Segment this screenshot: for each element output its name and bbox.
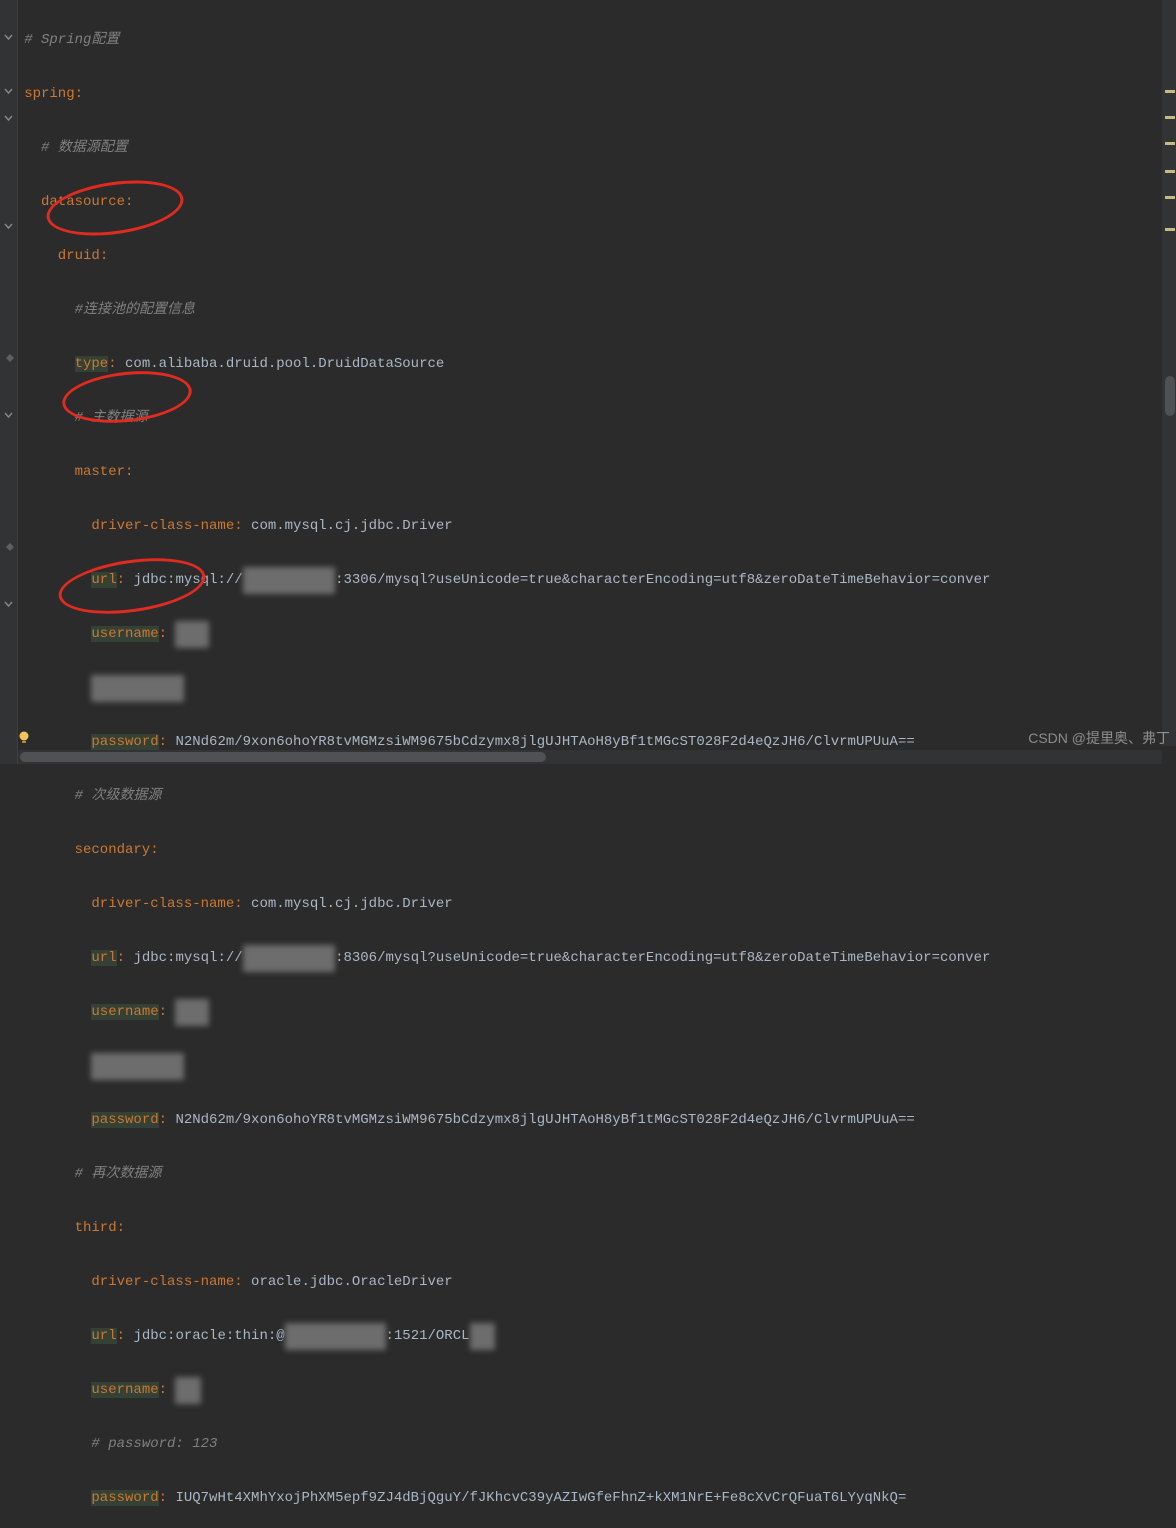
masked-text: ██.███.██.██	[285, 1323, 386, 1350]
vcs-change-icon[interactable]	[4, 541, 18, 555]
fold-toggle-icon[interactable]	[3, 221, 14, 232]
fold-toggle-icon[interactable]	[3, 86, 14, 97]
key-master-driver: driver-class-name	[91, 518, 234, 534]
key-secondary-username: username	[91, 1004, 158, 1020]
masked-text: ████	[175, 999, 209, 1026]
key-third-driver: driver-class-name	[91, 1274, 234, 1290]
stripe-mark[interactable]	[1165, 170, 1175, 173]
key-third-password: password	[91, 1490, 158, 1506]
masked-text: ███████████	[91, 1053, 183, 1080]
horizontal-scrollbar[interactable]	[18, 750, 1162, 764]
fold-toggle-icon[interactable]	[3, 599, 14, 610]
comment-third: # 再次数据源	[75, 1166, 162, 1182]
fold-toggle-icon[interactable]	[3, 113, 14, 124]
value-secondary-driver: com.mysql.cj.jdbc.Driver	[251, 896, 453, 912]
value-third-driver: oracle.jdbc.OracleDriver	[251, 1274, 453, 1290]
gutter	[0, 0, 18, 764]
vcs-change-icon[interactable]	[4, 352, 18, 366]
comment-password-plain: # password: 123	[91, 1436, 217, 1452]
key-type: type	[75, 356, 109, 372]
comment-pool: #连接池的配置信息	[75, 302, 195, 318]
masked-text: ████	[175, 621, 209, 648]
key-spring: spring	[24, 86, 74, 102]
key-master-url: url	[91, 572, 116, 588]
comment-secondary: # 次级数据源	[75, 788, 162, 804]
value-third-url-prefix: jdbc:oracle:thin:@	[133, 1328, 284, 1344]
value-master-url-suffix: :3306/mysql?useUnicode=true&characterEnc…	[335, 572, 990, 588]
stripe-mark[interactable]	[1165, 142, 1175, 145]
masked-text: ██.31.0.███	[243, 945, 335, 972]
comment-datasource: # 数据源配置	[41, 140, 128, 156]
value-third-password: IUQ7wHt4XMhYxojPhXM5epf9ZJ4dBjQguY/fJKhc…	[175, 1490, 906, 1506]
comment-spring: # Spring配置	[24, 32, 119, 48]
key-third-url: url	[91, 1328, 116, 1344]
key-third-username: username	[91, 1382, 158, 1398]
error-stripe[interactable]	[1162, 0, 1176, 746]
masked-text: ███	[175, 1377, 200, 1404]
vertical-scrollbar-thumb[interactable]	[1165, 376, 1175, 416]
key-third: third	[75, 1220, 117, 1236]
key-master: master	[75, 464, 125, 480]
masked-text: ███████████	[243, 567, 335, 594]
comment-master: # 主数据源	[75, 410, 148, 426]
stripe-mark[interactable]	[1165, 90, 1175, 93]
key-secondary: secondary	[75, 842, 151, 858]
stripe-mark[interactable]	[1165, 228, 1175, 231]
editor-content[interactable]: # Spring配置 spring: # 数据源配置 datasource: d…	[18, 0, 1158, 746]
key-druid: druid	[58, 248, 100, 264]
key-master-username: username	[91, 626, 158, 642]
value-secondary-url-suffix: :8306/mysql?useUnicode=true&characterEnc…	[335, 950, 990, 966]
value-secondary-password: N2Nd62m/9xon6ohoYR8tvMGMzsiWM9675bCdzymx…	[175, 1112, 914, 1128]
masked-text: ███	[470, 1323, 495, 1350]
fold-toggle-icon[interactable]	[3, 32, 14, 43]
value-third-url-suffix: :1521/ORCL	[386, 1328, 470, 1344]
value-secondary-url-prefix: jdbc:mysql://	[133, 950, 242, 966]
stripe-mark[interactable]	[1165, 116, 1175, 119]
key-secondary-url: url	[91, 950, 116, 966]
key-secondary-driver: driver-class-name	[91, 896, 234, 912]
value-type: com.alibaba.druid.pool.DruidDataSource	[125, 356, 444, 372]
key-secondary-password: password	[91, 1112, 158, 1128]
key-datasource: datasource	[41, 194, 125, 210]
horizontal-scrollbar-thumb[interactable]	[20, 752, 546, 762]
key-master-password: password	[91, 734, 158, 750]
fold-toggle-icon[interactable]	[3, 410, 14, 421]
value-master-driver: com.mysql.cj.jdbc.Driver	[251, 518, 453, 534]
value-master-url-prefix: jdbc:mysql://	[133, 572, 242, 588]
masked-text: ███████████	[91, 675, 183, 702]
stripe-mark[interactable]	[1165, 196, 1175, 199]
value-master-password: N2Nd62m/9xon6ohoYR8tvMGMzsiWM9675bCdzymx…	[175, 734, 914, 750]
